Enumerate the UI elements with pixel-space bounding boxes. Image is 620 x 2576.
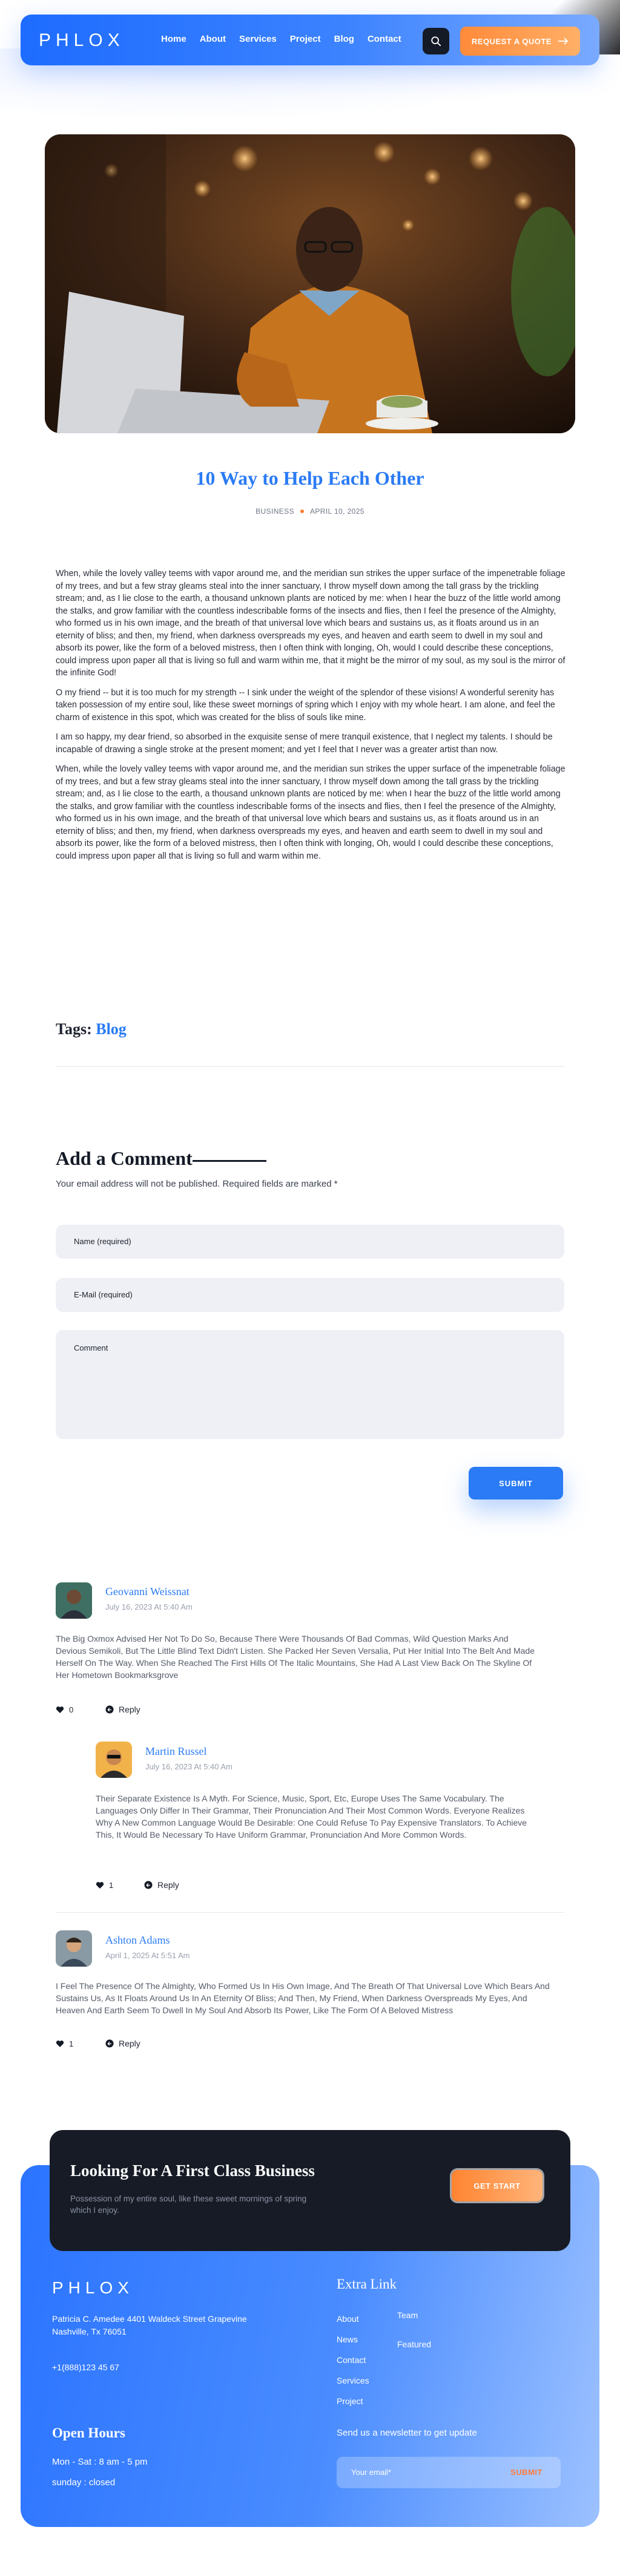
comment-author[interactable]: Geovanni Weissnat (105, 1585, 190, 1598)
cta-banner: Looking For A First Class Business Posse… (50, 2130, 570, 2251)
open-hours-line: sunday : closed (52, 2477, 116, 2488)
reply-button[interactable]: Reply (105, 2039, 140, 2048)
comment-author[interactable]: Ashton Adams (105, 1934, 170, 1947)
like-count[interactable]: 1 (96, 1881, 113, 1890)
comment-date: July 16, 2023 At 5:40 Am (145, 1762, 232, 1771)
like-number: 0 (69, 1705, 74, 1714)
search-icon (431, 36, 441, 47)
comment-text: I Feel The Presence Of The Almighty, Who… (56, 1981, 550, 2015)
reply-icon (144, 1881, 153, 1889)
like-count[interactable]: 1 (56, 2039, 73, 2048)
newsletter-text: Send us a newsletter to get update (337, 2428, 477, 2438)
nav-blog[interactable]: Blog (334, 34, 354, 44)
heart-icon (56, 1706, 64, 1713)
footer-link-services[interactable]: Services (337, 2376, 369, 2385)
like-number: 1 (109, 1881, 114, 1890)
nav-home[interactable]: Home (161, 34, 186, 44)
post-paragraph: I am so happy, my dear friend, so absorb… (56, 732, 553, 755)
footer-link-team[interactable]: Team (397, 2310, 418, 2320)
tag-link[interactable]: Blog (96, 1020, 127, 1038)
footer-link-about[interactable]: About (337, 2314, 359, 2324)
comment-author[interactable]: Martin Russel (145, 1745, 207, 1758)
hero-photo (45, 134, 575, 433)
footer-address: Patricia C. Amedee 4401 Waldeck Street G… (52, 2314, 247, 2336)
main-nav: Home About Services Project Blog Contact (161, 34, 401, 44)
comment-form-heading: Add a Comment (56, 1147, 193, 1169)
request-quote-label: REQUEST A QUOTE (471, 36, 552, 46)
post-body: When, while the lovely valley teems with… (56, 568, 566, 870)
heart-icon (56, 2040, 64, 2047)
nav-about[interactable]: About (200, 34, 226, 44)
submit-button[interactable]: SUBMIT (469, 1467, 563, 1499)
footer-link-contact[interactable]: Contact (337, 2355, 366, 2365)
heading-underline (193, 1160, 266, 1162)
comment-textarea[interactable]: Comment (56, 1330, 564, 1439)
avatar (96, 1742, 132, 1778)
name-field[interactable]: Name (required) (56, 1225, 564, 1259)
nav-project[interactable]: Project (290, 34, 321, 44)
post-paragraph: O my friend -- but it is too much for my… (56, 687, 555, 723)
comment-form-note: Your email address will not be published… (56, 1179, 338, 1189)
divider (56, 1066, 564, 1067)
post-date: APRIL 10, 2025 (310, 507, 364, 516)
post-paragraph: When, while the lovely valley teems with… (56, 764, 566, 861)
get-start-button[interactable]: GET START (452, 2170, 542, 2201)
newsletter-email-input[interactable]: Your email* (351, 2468, 391, 2477)
open-hours-title: Open Hours (52, 2425, 125, 2440)
footer-link-featured[interactable]: Featured (397, 2339, 431, 2349)
footer-link-project[interactable]: Project (337, 2396, 363, 2406)
like-number: 1 (69, 2039, 74, 2048)
post-category[interactable]: BUSINESS (256, 507, 294, 516)
reply-label: Reply (119, 1705, 140, 1714)
comment-text: The Big Oxmox Advised Her Not To Do So, … (56, 1634, 535, 1680)
footer-phone[interactable]: +1(888)123 45 67 (52, 2362, 119, 2372)
nav-services[interactable]: Services (239, 34, 277, 44)
like-count[interactable]: 0 (56, 1705, 73, 1714)
newsletter-submit-button[interactable]: SUBMIT (510, 2468, 542, 2477)
footer-link-news[interactable]: News (337, 2335, 358, 2344)
header-bar: PHLOX Home About Services Project Blog C… (21, 15, 599, 65)
newsletter-form: Your email* SUBMIT (337, 2457, 561, 2488)
tags-label: Tags: (56, 1020, 92, 1038)
avatar (56, 1582, 92, 1619)
post-hero-image (45, 134, 575, 433)
comment-placeholder: Comment (74, 1343, 108, 1352)
avatar (56, 1930, 92, 1967)
divider (56, 1912, 564, 1913)
post-tags: Tags: Blog (56, 1020, 127, 1038)
comment-text: Their Separate Existence Is A Myth. For … (96, 1794, 527, 1840)
arrow-right-icon (558, 38, 569, 45)
site-logo[interactable]: PHLOX (39, 30, 125, 51)
nav-contact[interactable]: Contact (368, 34, 401, 44)
extra-link-title: Extra Link (337, 2276, 397, 2292)
search-button[interactable] (423, 28, 449, 54)
cta-text: Possession of my entire soul, like these… (70, 2194, 307, 2215)
meta-separator-dot (300, 510, 304, 514)
request-quote-button[interactable]: REQUEST A QUOTE (460, 27, 580, 56)
reply-label: Reply (157, 1880, 179, 1890)
email-placeholder: E-Mail (required) (74, 1290, 133, 1299)
comment-date: July 16, 2023 At 5:40 Am (105, 1602, 193, 1611)
reply-label: Reply (119, 2039, 140, 2048)
reply-icon (105, 1705, 114, 1714)
header-area: PHLOX Home About Services Project Blog C… (0, 0, 620, 121)
reply-button[interactable]: Reply (105, 1705, 140, 1714)
reply-button[interactable]: Reply (144, 1880, 179, 1890)
open-hours-line: Mon - Sat : 8 am - 5 pm (52, 2457, 148, 2467)
comment-date: April 1, 2025 At 5:51 Am (105, 1951, 190, 1960)
post-title: 10 Way to Help Each Other (196, 467, 424, 489)
post-meta: BUSINESS APRIL 10, 2025 (0, 507, 620, 516)
cta-heading: Looking For A First Class Business (70, 2161, 315, 2180)
name-placeholder: Name (required) (74, 1237, 131, 1246)
reply-icon (105, 2039, 114, 2048)
post-paragraph: When, while the lovely valley teems with… (56, 569, 566, 678)
footer-logo[interactable]: PHLOX (52, 2278, 134, 2298)
heart-icon (96, 1882, 104, 1889)
email-field[interactable]: E-Mail (required) (56, 1278, 564, 1312)
